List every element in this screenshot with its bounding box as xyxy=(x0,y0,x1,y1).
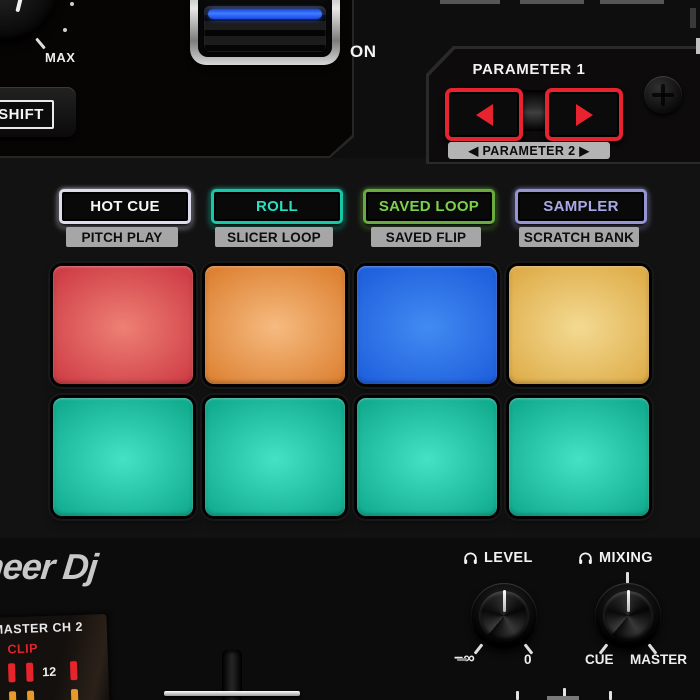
performance-pad-1[interactable] xyxy=(53,266,193,384)
cutoff-edge-strip xyxy=(696,38,700,54)
slicer-loop-label: SLICER LOOP xyxy=(215,227,333,247)
performance-pad-4[interactable] xyxy=(509,266,649,384)
meter-header: MASTER CH 2 xyxy=(0,620,83,637)
channel-fader-handle[interactable] xyxy=(164,691,300,696)
performance-pad-7[interactable] xyxy=(357,398,497,516)
performance-pad-2[interactable] xyxy=(205,266,345,384)
scale-dash xyxy=(457,658,467,661)
cutoff-element-strip xyxy=(440,0,500,4)
cutoff-edge-strip xyxy=(690,8,696,28)
roll-mode-button[interactable]: ROLL xyxy=(211,189,343,224)
led-segment-amber xyxy=(27,691,35,700)
mixing-master-label: MASTER xyxy=(630,652,687,667)
hot-cue-mode-button[interactable]: HOT CUE xyxy=(59,189,191,224)
led-segment-red xyxy=(8,663,16,682)
bottom-center-mark xyxy=(547,696,579,700)
led-segment-red xyxy=(70,661,78,680)
clip-label: CLIP xyxy=(7,641,38,656)
headphone-mixing-header: MIXING xyxy=(577,550,653,566)
screw-icon xyxy=(644,76,682,114)
scale-dot xyxy=(63,28,67,32)
bottom-tick xyxy=(609,691,612,700)
headphones-icon xyxy=(577,550,594,566)
sampler-mode-button[interactable]: SAMPLER xyxy=(515,189,647,224)
mixing-label: MIXING xyxy=(599,550,653,566)
headphone-mixing-knob[interactable] xyxy=(595,583,661,649)
performance-pad-3[interactable] xyxy=(357,266,497,384)
level-max-label: 0 xyxy=(524,652,532,667)
mixing-cue-label: CUE xyxy=(585,652,614,667)
channel-on-switch[interactable] xyxy=(190,0,340,65)
headphone-level-header: LEVEL xyxy=(462,550,533,566)
pitch-play-label: PITCH PLAY xyxy=(66,227,178,247)
performance-pad-5[interactable] xyxy=(53,398,193,516)
performance-pad-8[interactable] xyxy=(509,398,649,516)
parameter1-label: PARAMETER 1 xyxy=(429,61,629,78)
right-triangle-icon xyxy=(576,104,593,126)
saved-flip-label: SAVED FLIP xyxy=(371,227,481,247)
switch-blue-indicator xyxy=(208,9,322,19)
led-segment-red xyxy=(26,663,34,682)
pioneer-dj-logo: neer Dj xyxy=(0,546,99,588)
knob-pointer-line xyxy=(627,590,630,612)
parameter2-label: ◀ PARAMETER 2 ▶ xyxy=(448,142,610,159)
headphone-level-knob[interactable] xyxy=(471,583,537,649)
cutoff-element-strip xyxy=(520,0,584,4)
performance-pad-6[interactable] xyxy=(205,398,345,516)
left-triangle-icon xyxy=(476,104,493,126)
level-meter-panel: MASTER CH 2 CLIP 12 xyxy=(0,614,110,700)
shift-label[interactable]: SHIFT xyxy=(0,100,54,129)
meter-scale-value: 12 xyxy=(42,665,56,679)
cutoff-element-strip xyxy=(600,0,664,4)
knob-pointer-line xyxy=(15,0,22,12)
saved-loop-mode-button[interactable]: SAVED LOOP xyxy=(363,189,495,224)
level-label: LEVEL xyxy=(484,550,533,566)
scale-dot xyxy=(70,2,74,6)
on-label: ON xyxy=(350,42,377,62)
led-segment-amber xyxy=(9,691,17,700)
headphones-icon xyxy=(462,550,479,566)
knob-pointer-line xyxy=(503,590,506,612)
scratch-bank-label: SCRATCH BANK xyxy=(519,227,639,247)
led-segment-amber xyxy=(71,689,79,700)
parameter-left-button[interactable] xyxy=(445,88,523,141)
knob-max-label: MAX xyxy=(45,50,75,65)
parameter-right-button[interactable] xyxy=(545,88,623,141)
switch-track xyxy=(198,0,332,57)
dj-mixer-panel: MAX ON SHIFT PARAMETER 1 ◀ PARAMETER 2 ▶… xyxy=(0,0,700,700)
bottom-tick xyxy=(516,691,519,700)
